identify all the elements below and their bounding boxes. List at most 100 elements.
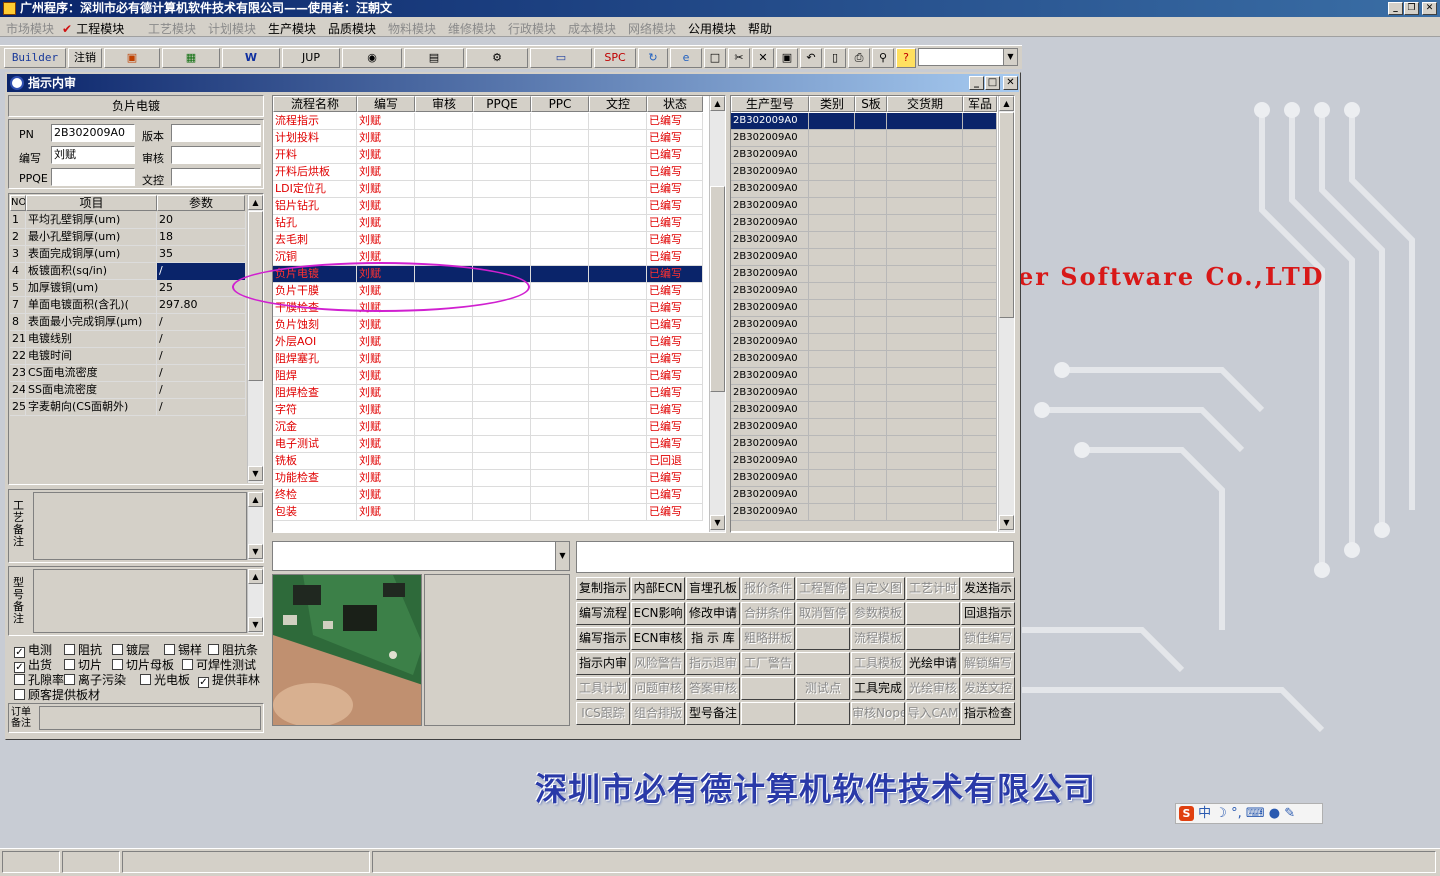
action-button[interactable]: 指示检查 [961,702,1015,725]
checkbox-icon[interactable] [64,659,75,670]
process-row[interactable]: 字符 刘赋 已编写 [273,402,703,419]
model-row[interactable]: 2B302009A0 [731,504,997,521]
process-row[interactable]: 阻焊检查 刘赋 已编写 [273,385,703,402]
param-row[interactable]: 8 表面最小完成铜厚(μm) / [10,314,246,331]
option-checkbox[interactable]: 顾客提供板材 [14,686,100,703]
restore-button[interactable]: ❐ [1404,2,1419,15]
model-note-input[interactable] [33,569,247,633]
checkbox-icon[interactable] [140,674,151,685]
param-row[interactable]: 21 电镀线别 / [10,331,246,348]
process-row[interactable]: 铝片钻孔 刘赋 已编写 [273,198,703,215]
ime-toolbar[interactable]: S 中 ☽ °, ⌨ ● ✎ [1175,803,1323,824]
moon-icon[interactable]: ☽ [1215,806,1227,821]
action-button[interactable]: 光绘审核 [906,677,960,700]
param-row[interactable]: 23 CS面电流密度 / [10,365,246,382]
new-icon[interactable]: □ [704,48,726,68]
model-row[interactable]: 2B302009A0 [731,334,997,351]
version-field[interactable] [171,124,261,142]
computer-icon[interactable]: ▭ [530,48,592,68]
process-row[interactable]: 钻孔 刘赋 已编写 [273,215,703,232]
wrench-icon[interactable]: ✎ [1284,806,1295,821]
pn-field[interactable]: 2B302009A0 [51,124,135,142]
scroll-up-icon[interactable]: ▲ [999,96,1014,111]
action-button[interactable]: 工具模板 [851,652,905,675]
process-row[interactable]: LDI定位孔 刘赋 已编写 [273,181,703,198]
param-row[interactable]: 22 电镀时间 / [10,348,246,365]
model-row[interactable]: 2B302009A0 [731,317,997,334]
action-button[interactable]: 组合排版 [631,702,685,725]
checkbox-icon[interactable] [64,644,75,655]
model-row[interactable]: 2B302009A0 [731,300,997,317]
menu-item[interactable]: 计划模块 [208,20,256,37]
model-header-cell[interactable]: 类别 [809,96,855,112]
scroll-down-icon[interactable]: ▼ [248,466,263,481]
action-button[interactable] [741,702,795,725]
action-button[interactable] [906,602,960,625]
process-header-cell[interactable]: PPQE [473,96,531,112]
action-button[interactable]: 问题审核 [631,677,685,700]
menu-item[interactable]: 物料模块 [388,20,436,37]
action-button[interactable]: 工厂警告 [741,652,795,675]
action-button[interactable] [796,702,850,725]
process-header-cell[interactable]: 文控 [589,96,647,112]
scroll-thumb[interactable] [999,112,1014,318]
process-header-cell[interactable]: 审核 [415,96,473,112]
model-row[interactable]: 2B302009A0 [731,351,997,368]
option-checkbox[interactable]: ✓ 提供菲林 [198,671,260,688]
action-button[interactable]: 发送文控 [961,677,1015,700]
model-row[interactable]: 2B302009A0 [731,402,997,419]
action-button[interactable]: 指示内审 [576,652,630,675]
window-minimize-button[interactable]: _ [969,76,984,90]
action-button[interactable]: 取消暂停 [796,602,850,625]
model-row[interactable]: 2B302009A0 [731,249,997,266]
action-button[interactable]: 修改申请 [686,602,740,625]
param-row[interactable]: 24 SS面电流密度 / [10,382,246,399]
param-row[interactable]: 5 加厚镀铜(um) 25 [10,280,246,297]
action-button[interactable]: 解锁编写 [961,652,1015,675]
action-button[interactable] [796,627,850,650]
process-row[interactable]: 功能检查 刘赋 已编写 [273,470,703,487]
model-header-cell[interactable]: 生产型号 [731,96,809,112]
model-row[interactable]: 2B302009A0 [731,385,997,402]
action-button[interactable]: 光绘申请 [906,652,960,675]
param-row[interactable]: 3 表面完成铜厚(um) 35 [10,246,246,263]
model-note-scrollbar[interactable]: ▲ ▼ [247,569,263,633]
scroll-up-icon[interactable]: ▲ [248,195,263,210]
model-row[interactable]: 2B302009A0 [731,215,997,232]
process-header-cell[interactable]: 流程名称 [273,96,357,112]
database-icon[interactable]: ▤ [404,48,464,68]
model-row[interactable]: 2B302009A0 [731,453,997,470]
user-icon[interactable]: ● [1269,806,1280,821]
action-button[interactable]: ECN影响 [631,602,685,625]
action-button[interactable]: 工具完成 [851,677,905,700]
process-row[interactable]: 开料 刘赋 已编写 [273,147,703,164]
process-row[interactable]: 外层AOI 刘赋 已编写 [273,334,703,351]
process-row[interactable]: 包装 刘赋 已编写 [273,504,703,521]
process-row[interactable]: 负片蚀刻 刘赋 已编写 [273,317,703,334]
process-row[interactable]: 阻焊 刘赋 已编写 [273,368,703,385]
model-row[interactable]: 2B302009A0 [731,181,997,198]
model-row[interactable]: 2B302009A0 [731,487,997,504]
scroll-thumb[interactable] [710,186,725,392]
action-button[interactable]: 风险警告 [631,652,685,675]
checkbox-icon[interactable] [14,674,25,685]
process-row[interactable]: 去毛刺 刘赋 已编写 [273,232,703,249]
process-scrollbar[interactable]: ▲ ▼ [709,96,725,532]
menu-item[interactable]: 工艺模块 [148,20,196,37]
process-header-cell[interactable]: 状态 [647,96,703,112]
network-icon[interactable]: ⚙ [466,48,528,68]
checkbox-icon[interactable]: ✓ [198,677,209,688]
process-header-cell[interactable]: PPC [531,96,589,112]
process-row[interactable]: 流程指示 刘赋 已编写 [273,113,703,130]
model-row[interactable]: 2B302009A0 [731,130,997,147]
craft-note-input[interactable] [33,492,247,560]
param-row[interactable]: 25 字麦朝向(CS面朝外) / [10,399,246,416]
spc-button[interactable]: SPC [594,48,636,68]
action-button[interactable]: 参数模板 [851,602,905,625]
remark-field[interactable] [576,541,1014,573]
builder-button[interactable]: Builder [4,48,66,68]
model-row[interactable]: 2B302009A0 [731,113,997,130]
sogou-icon[interactable]: S [1179,806,1194,821]
keyboard-icon[interactable]: ⌨ [1246,806,1265,821]
action-button[interactable] [741,677,795,700]
